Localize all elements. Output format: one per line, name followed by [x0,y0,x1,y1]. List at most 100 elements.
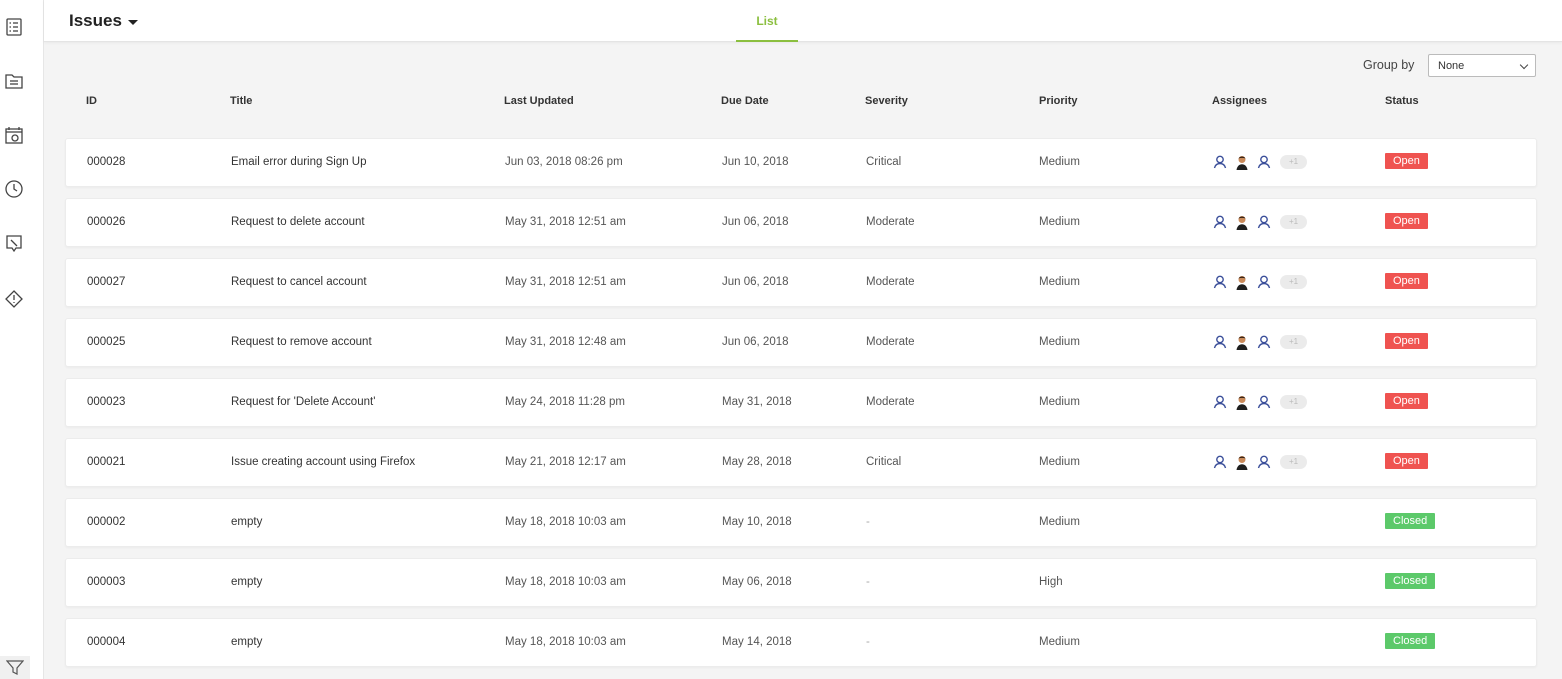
group-by-select[interactable]: None [1428,54,1536,77]
table-row[interactable]: 000025 Request to remove account May 31, 2… [65,318,1537,367]
group-by-label: Group by [1363,58,1415,72]
user-outline-icon[interactable] [1212,454,1228,470]
issue-priority: Medium [1039,516,1080,528]
user-outline-icon[interactable] [1212,274,1228,290]
status-badge: Open [1385,453,1428,469]
status-badge: Closed [1385,573,1436,589]
issue-last-updated: May 31, 2018 12:51 am [505,276,626,288]
issue-id: 000027 [87,276,126,288]
issue-due-date: May 28, 2018 [722,456,792,468]
table-row[interactable]: 000028 Email error during Sign Up Jun 03, … [65,138,1537,187]
issue-due-date: Jun 10, 2018 [722,156,789,168]
issue-due-date: May 14, 2018 [722,636,792,648]
assignees-group[interactable]: +1 [1212,394,1308,410]
sidebar [0,0,44,679]
issue-title: Issue creating account using Firefox [231,456,416,468]
avatar[interactable] [1234,454,1250,470]
user-outline-icon[interactable] [1256,154,1272,170]
user-outline-icon[interactable] [1212,154,1228,170]
issue-due-date: Jun 06, 2018 [722,216,789,228]
caret-down-icon [127,19,138,25]
table-row[interactable]: 000004 empty May 18, 2018 10:03 am May 14, … [65,618,1537,667]
more-assignees-badge[interactable]: +1 [1280,395,1308,409]
status-badge: Open [1385,333,1428,349]
user-outline-icon[interactable] [1212,214,1228,230]
issue-priority: Medium [1039,336,1080,348]
user-outline-icon[interactable] [1212,334,1228,350]
avatar[interactable] [1234,394,1250,410]
user-outline-icon[interactable] [1256,334,1272,350]
issue-severity: Critical [866,456,902,468]
column-header-severity[interactable]: Severity [865,95,908,107]
status-badge: Open [1385,213,1428,229]
issue-title: Request for 'Delete Account' [231,396,376,408]
checklist-icon[interactable] [3,16,25,38]
avatar[interactable] [1234,334,1250,350]
user-outline-icon[interactable] [1212,394,1228,410]
avatar[interactable] [1234,274,1250,290]
issue-last-updated: May 21, 2018 12:17 am [505,456,626,468]
assignees-group[interactable]: +1 [1212,274,1308,290]
issue-severity: - [866,516,870,528]
page-title-dropdown[interactable]: Issues [69,11,138,31]
user-outline-icon[interactable] [1256,394,1272,410]
issue-priority: Medium [1039,156,1080,168]
table-row[interactable]: 000027 Request to cancel account May 31, 2… [65,258,1537,307]
assignees-group[interactable]: +1 [1212,334,1308,350]
issue-id: 000025 [87,336,126,348]
table-row[interactable]: 000003 empty May 18, 2018 10:03 am May 06, … [65,558,1537,607]
more-assignees-badge[interactable]: +1 [1280,215,1308,229]
issue-due-date: Jun 06, 2018 [722,276,789,288]
more-assignees-badge[interactable]: +1 [1280,275,1308,289]
map-icon[interactable] [3,232,25,254]
tab-list[interactable]: List [736,0,798,42]
issue-due-date: May 31, 2018 [722,396,792,408]
calendar-icon[interactable] [3,124,25,146]
avatar[interactable] [1234,214,1250,230]
assignees-group[interactable]: +1 [1212,214,1308,230]
clock-icon[interactable] [3,178,25,200]
issue-id: 000004 [87,636,126,648]
issue-last-updated: May 31, 2018 12:48 am [505,336,626,348]
column-header-id[interactable]: ID [86,95,97,107]
issue-title: Email error during Sign Up [231,156,367,168]
assignees-group[interactable]: +1 [1212,154,1308,170]
more-assignees-badge[interactable]: +1 [1280,335,1308,349]
assignees-group[interactable]: +1 [1212,454,1308,470]
column-header-title[interactable]: Title [230,95,252,107]
issue-last-updated: May 24, 2018 11:28 pm [505,396,625,408]
more-assignees-badge[interactable]: +1 [1280,155,1308,169]
warning-diamond-icon[interactable] [3,288,25,310]
avatar[interactable] [1234,154,1250,170]
user-outline-icon[interactable] [1256,454,1272,470]
issue-title: empty [231,576,263,588]
issue-id: 000021 [87,456,126,468]
page-title: Issues [69,11,122,30]
table-row[interactable]: 000023 Request for 'Delete Account' May 24… [65,378,1537,427]
more-assignees-badge[interactable]: +1 [1280,455,1308,469]
column-header-due-date[interactable]: Due Date [721,95,769,107]
issue-last-updated: May 31, 2018 12:51 am [505,216,626,228]
column-header-priority[interactable]: Priority [1039,95,1078,107]
column-header-last-updated[interactable]: Last Updated [504,95,574,107]
issue-title: Request to cancel account [231,276,367,288]
issue-due-date: May 10, 2018 [722,516,792,528]
folder-icon[interactable] [3,70,25,92]
user-outline-icon[interactable] [1256,214,1272,230]
filter-icon[interactable] [0,656,30,679]
issue-priority: Medium [1039,396,1080,408]
chevron-down-icon [1519,60,1529,70]
issue-priority: Medium [1039,636,1080,648]
user-outline-icon[interactable] [1256,274,1272,290]
issue-last-updated: May 18, 2018 10:03 am [505,516,626,528]
status-badge: Open [1385,273,1428,289]
column-header-assignees[interactable]: Assignees [1212,95,1267,107]
table-row[interactable]: 000002 empty May 18, 2018 10:03 am May 10, … [65,498,1537,547]
column-header-status[interactable]: Status [1385,95,1419,107]
issue-due-date: Jun 06, 2018 [722,336,789,348]
table-row[interactable]: 000026 Request to delete account May 31, 2… [65,198,1537,247]
issue-priority: Medium [1039,276,1080,288]
table-row[interactable]: 000021 Issue creating account using Firef… [65,438,1537,487]
issue-last-updated: May 18, 2018 10:03 am [505,636,626,648]
issue-id: 000023 [87,396,126,408]
